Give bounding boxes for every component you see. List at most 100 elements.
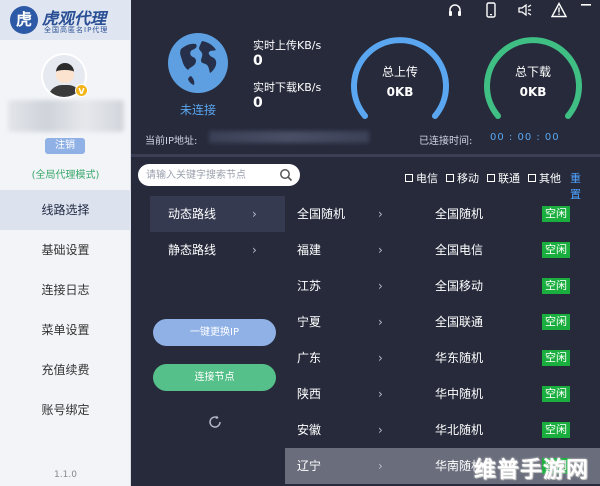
connected-time-value: 00 : 00 : 00 bbox=[490, 132, 560, 143]
status-badge: 空闲 bbox=[542, 386, 570, 402]
checkbox-unicom[interactable] bbox=[487, 174, 495, 182]
app-subtitle: 全国高匿名IP代理 bbox=[44, 26, 109, 34]
route-row[interactable]: 安徽 › 华北随机 空闲 bbox=[285, 412, 600, 448]
sidebar-item-route-select[interactable]: 线路选择 bbox=[0, 190, 131, 230]
chevron-right-icon: › bbox=[252, 243, 257, 257]
route-node: 全国随机 bbox=[435, 207, 484, 221]
route-province: 辽宁 bbox=[297, 459, 322, 473]
status-badge: 空闲 bbox=[542, 314, 570, 330]
headset-icon[interactable] bbox=[447, 2, 463, 18]
minimize-icon[interactable] bbox=[578, 0, 594, 16]
route-row[interactable]: 广东 › 华东随机 空闲 bbox=[285, 340, 600, 376]
speaker-icon[interactable] bbox=[517, 2, 533, 18]
sidebar-nav: 线路选择 基础设置 连接日志 菜单设置 充值续费 账号绑定 bbox=[0, 190, 131, 430]
chevron-right-icon: › bbox=[378, 387, 383, 401]
logo-bar: 虎 虎观代理 全国高匿名IP代理 bbox=[0, 0, 131, 40]
route-row[interactable]: 全国随机 › 全国随机 空闲 bbox=[285, 196, 600, 232]
logout-button[interactable]: 注销 bbox=[45, 138, 85, 154]
route-province: 陕西 bbox=[297, 387, 322, 401]
route-node: 华东随机 bbox=[435, 351, 484, 365]
checkbox-telecom[interactable] bbox=[405, 174, 413, 182]
sidebar-item-recharge[interactable]: 充值续费 bbox=[0, 350, 131, 390]
sidebar-item-basic-settings[interactable]: 基础设置 bbox=[0, 230, 131, 270]
status-badge: 空闲 bbox=[542, 242, 570, 258]
total-upload-label: 总上传 bbox=[381, 65, 418, 79]
route-node: 华北随机 bbox=[435, 423, 484, 437]
filter-other[interactable]: 其他 bbox=[528, 170, 561, 186]
total-download-value: 0KB bbox=[519, 85, 547, 99]
status-badge: 空闲 bbox=[542, 278, 570, 294]
version-text: 1.1.0 bbox=[54, 470, 77, 480]
chevron-right-icon: › bbox=[378, 243, 383, 257]
realtime-upload-value: 0 bbox=[253, 53, 263, 69]
blurred-username bbox=[8, 100, 124, 132]
current-ip-label: 当前IP地址: bbox=[145, 136, 198, 147]
alert-icon[interactable] bbox=[550, 2, 568, 18]
total-download-label: 总下载 bbox=[514, 65, 551, 79]
search-input[interactable] bbox=[146, 167, 274, 183]
chevron-right-icon: › bbox=[378, 351, 383, 365]
chevron-right-icon: › bbox=[252, 207, 257, 221]
chevron-right-icon: › bbox=[378, 279, 383, 293]
route-type-label: 静态路线 bbox=[168, 243, 217, 257]
proxy-mode-text: (全局代理模式) bbox=[31, 170, 100, 181]
total-upload-value: 0KB bbox=[386, 85, 414, 99]
chevron-right-icon: › bbox=[378, 315, 383, 329]
search-box bbox=[138, 164, 300, 186]
filter-mobile-label: 移动 bbox=[457, 172, 479, 185]
phone-icon[interactable] bbox=[483, 2, 499, 18]
main-panel: 未连接 实时上传KB/s 0 实时下载KB/s 0 总上传 0KB 总下载 0K… bbox=[131, 0, 600, 486]
globe-icon bbox=[168, 33, 228, 93]
switch-ip-button[interactable]: 一键更换IP bbox=[153, 319, 276, 346]
filter-other-label: 其他 bbox=[539, 172, 561, 185]
realtime-download-value: 0 bbox=[253, 95, 263, 111]
route-row[interactable]: 福建 › 全国电信 空闲 bbox=[285, 232, 600, 268]
connect-node-button[interactable]: 连接节点 bbox=[153, 364, 276, 391]
sidebar-item-connection-log[interactable]: 连接日志 bbox=[0, 270, 131, 310]
route-type-dynamic[interactable]: 动态路线 › bbox=[150, 196, 285, 232]
sidebar-item-menu-settings[interactable]: 菜单设置 bbox=[0, 310, 131, 350]
route-province: 宁夏 bbox=[297, 315, 322, 329]
filter-telecom-label: 电信 bbox=[416, 172, 438, 185]
chevron-right-icon: › bbox=[378, 459, 383, 473]
chevron-right-icon: › bbox=[378, 423, 383, 437]
blurred-ip-address bbox=[209, 131, 369, 143]
filter-unicom-label: 联通 bbox=[498, 172, 520, 185]
realtime-upload-label: 实时上传KB/s bbox=[253, 39, 322, 52]
route-row[interactable]: 陕西 › 华中随机 空闲 bbox=[285, 376, 600, 412]
connection-status: 未连接 bbox=[179, 103, 216, 117]
tiger-logo-icon: 虎 bbox=[10, 6, 38, 34]
route-type-static[interactable]: 静态路线 › bbox=[150, 232, 285, 268]
route-row[interactable]: 江苏 › 全国移动 空闲 bbox=[285, 268, 600, 304]
status-badge: 空闲 bbox=[542, 206, 570, 222]
app-window: 虎 虎观代理 全国高匿名IP代理 V 注销 (全局代理模式) 线路选择 基础设置… bbox=[0, 0, 600, 486]
route-province: 江苏 bbox=[297, 279, 322, 293]
route-type-label: 动态路线 bbox=[168, 207, 217, 221]
status-badge: 空闲 bbox=[542, 422, 570, 438]
route-province: 广东 bbox=[297, 351, 322, 365]
connected-time-label: 已连接时间: bbox=[419, 136, 473, 147]
route-node: 全国电信 bbox=[435, 243, 484, 257]
filter-unicom[interactable]: 联通 bbox=[487, 170, 520, 186]
refresh-icon[interactable] bbox=[207, 414, 223, 430]
status-badge: 空闲 bbox=[542, 350, 570, 366]
route-node: 全国移动 bbox=[435, 279, 484, 293]
filter-mobile[interactable]: 移动 bbox=[446, 170, 479, 186]
route-province: 安徽 bbox=[297, 423, 322, 437]
window-controls bbox=[390, 0, 600, 20]
route-province: 福建 bbox=[297, 243, 322, 257]
watermark-text: 维普手游网 bbox=[474, 458, 590, 483]
sidebar-item-account-binding[interactable]: 账号绑定 bbox=[0, 390, 131, 430]
section-divider bbox=[131, 154, 600, 157]
route-province: 全国随机 bbox=[297, 207, 346, 221]
search-icon[interactable] bbox=[279, 168, 293, 182]
vip-badge: V bbox=[75, 84, 88, 97]
filter-telecom[interactable]: 电信 bbox=[405, 170, 438, 186]
checkbox-other[interactable] bbox=[528, 174, 536, 182]
sidebar: 虎 虎观代理 全国高匿名IP代理 V 注销 (全局代理模式) 线路选择 基础设置… bbox=[0, 0, 131, 486]
avatar-head bbox=[56, 63, 74, 83]
route-node: 华中随机 bbox=[435, 387, 484, 401]
route-row[interactable]: 宁夏 › 全国联通 空闲 bbox=[285, 304, 600, 340]
route-node: 全国联通 bbox=[435, 315, 484, 329]
checkbox-mobile[interactable] bbox=[446, 174, 454, 182]
